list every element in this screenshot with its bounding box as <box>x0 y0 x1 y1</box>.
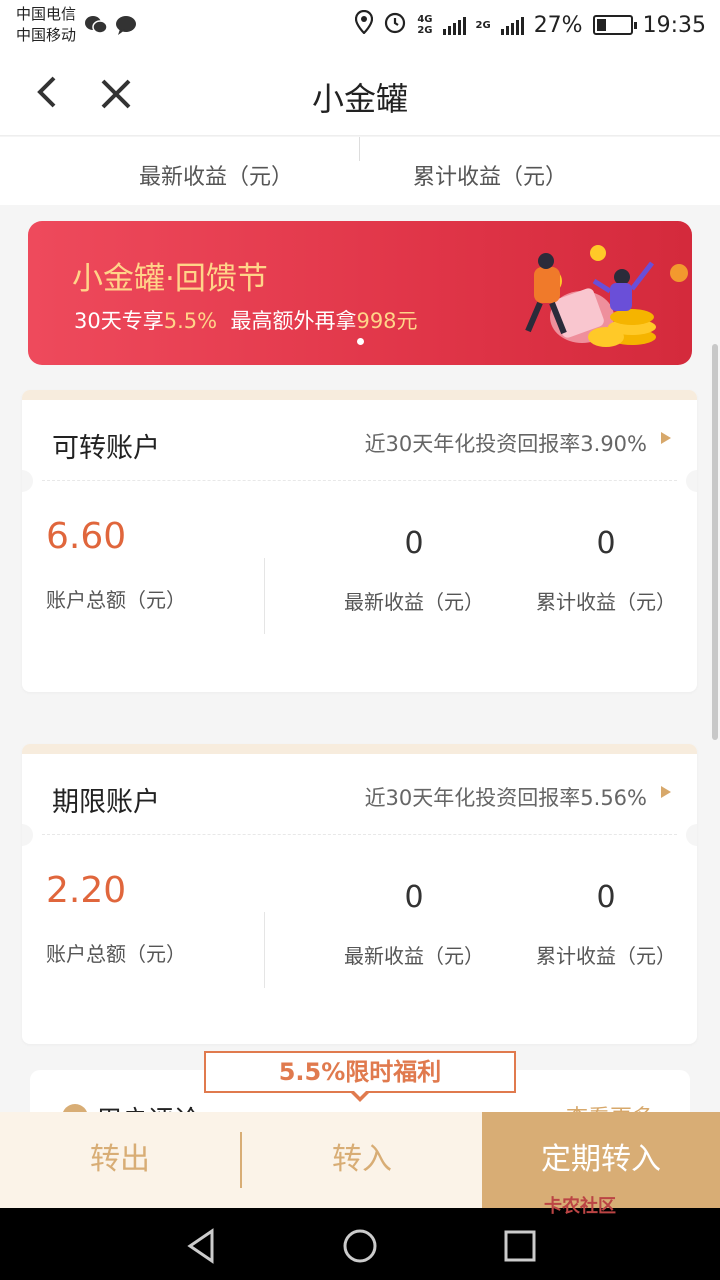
nav-bar: 小金罐 <box>0 52 720 136</box>
card-title: 期限账户 <box>52 787 160 818</box>
wechat-icon <box>84 14 108 41</box>
latest-earnings-label: 最新收益（元） <box>138 165 293 190</box>
total-earnings-value: 0 <box>596 880 616 915</box>
square-recents-icon <box>504 1230 536 1262</box>
message-icon <box>114 14 138 41</box>
account-card-fixed-term[interactable]: 期限账户 近30天年化投资回报率5.56% 2.20 账户总额（元） 0 最新收… <box>22 744 697 1044</box>
account-total-amount: 2.20 <box>46 870 127 911</box>
banner-title: 小金罐·回馈节 <box>72 261 268 297</box>
system-recents-button[interactable] <box>500 1226 540 1266</box>
latest-earnings-label: 最新收益（元） <box>344 944 484 968</box>
carrier-info: 中国电信 中国移动 <box>16 4 76 46</box>
battery-icon <box>592 15 637 35</box>
network-type-2: 2G <box>475 19 491 31</box>
total-earnings-label: 累计收益（元） <box>536 944 676 968</box>
system-back-button[interactable] <box>182 1226 222 1266</box>
return-rate[interactable]: 近30天年化投资回报率3.90% <box>365 428 647 458</box>
banner-subtitle: 30天专享5.5% 最高额外再拿998元 <box>74 309 418 333</box>
signal-1-icon <box>442 15 466 35</box>
circle-home-icon <box>343 1229 377 1263</box>
arrow-right-icon <box>661 786 671 798</box>
latest-earnings-value: 0 <box>404 526 424 561</box>
account-total-label: 账户总额（元） <box>46 588 186 612</box>
transfer-out-button[interactable]: 转出 <box>0 1112 240 1208</box>
notification-icons <box>84 14 138 41</box>
summary-divider <box>359 137 360 161</box>
carrier-1: 中国电信 <box>16 5 77 23</box>
account-total-label: 账户总额（元） <box>46 942 186 966</box>
total-earnings-label: 累计收益（元） <box>536 590 676 614</box>
signal-2-icon <box>500 15 524 35</box>
return-rate[interactable]: 近30天年化投资回报率5.56% <box>365 782 647 812</box>
location-icon <box>355 9 374 40</box>
battery-percent: 27% <box>533 12 583 38</box>
scrollbar[interactable] <box>712 344 718 740</box>
total-earnings-label: 累计收益（元） <box>412 165 567 190</box>
watermark-logo: 卡农社区 <box>544 1196 616 1217</box>
transfer-in-button[interactable]: 转入 <box>242 1112 482 1208</box>
promo-banner[interactable]: 小金罐·回馈节 30天专享5.5% 最高额外再拿998元 <box>28 221 692 365</box>
status-bar: 中国电信 中国移动 4G 2G 2G 27% 19:35 <box>0 0 720 52</box>
carrier-2: 中国移动 <box>16 26 77 44</box>
banner-illustration <box>525 245 688 347</box>
triangle-back-icon <box>187 1228 214 1264</box>
account-card-transferable[interactable]: 可转账户 近30天年化投资回报率3.90% 6.60 账户总额（元） 0 最新收… <box>22 390 697 692</box>
total-earnings-value: 0 <box>596 526 616 561</box>
card-title: 可转账户 <box>52 433 160 464</box>
clock: 19:35 <box>642 12 706 38</box>
latest-earnings-label: 最新收益（元） <box>344 590 484 614</box>
tag-pointer <box>349 1089 371 1102</box>
page-title: 小金罐 <box>311 80 408 118</box>
earnings-summary: 最新收益（元） 累计收益（元） <box>0 137 720 205</box>
arrow-right-icon <box>661 432 671 444</box>
account-total-amount: 6.60 <box>46 516 127 557</box>
carousel-indicator <box>357 338 364 345</box>
status-icons: 4G 2G 2G 27% 19:35 <box>355 9 706 40</box>
alarm-icon <box>383 10 407 40</box>
system-nav-bar <box>0 1208 720 1280</box>
system-home-button[interactable] <box>340 1226 380 1266</box>
network-type-1: 4G 2G <box>417 14 433 36</box>
limited-offer-tag[interactable]: 5.5%限时福利 <box>204 1051 516 1093</box>
latest-earnings-value: 0 <box>404 880 424 915</box>
